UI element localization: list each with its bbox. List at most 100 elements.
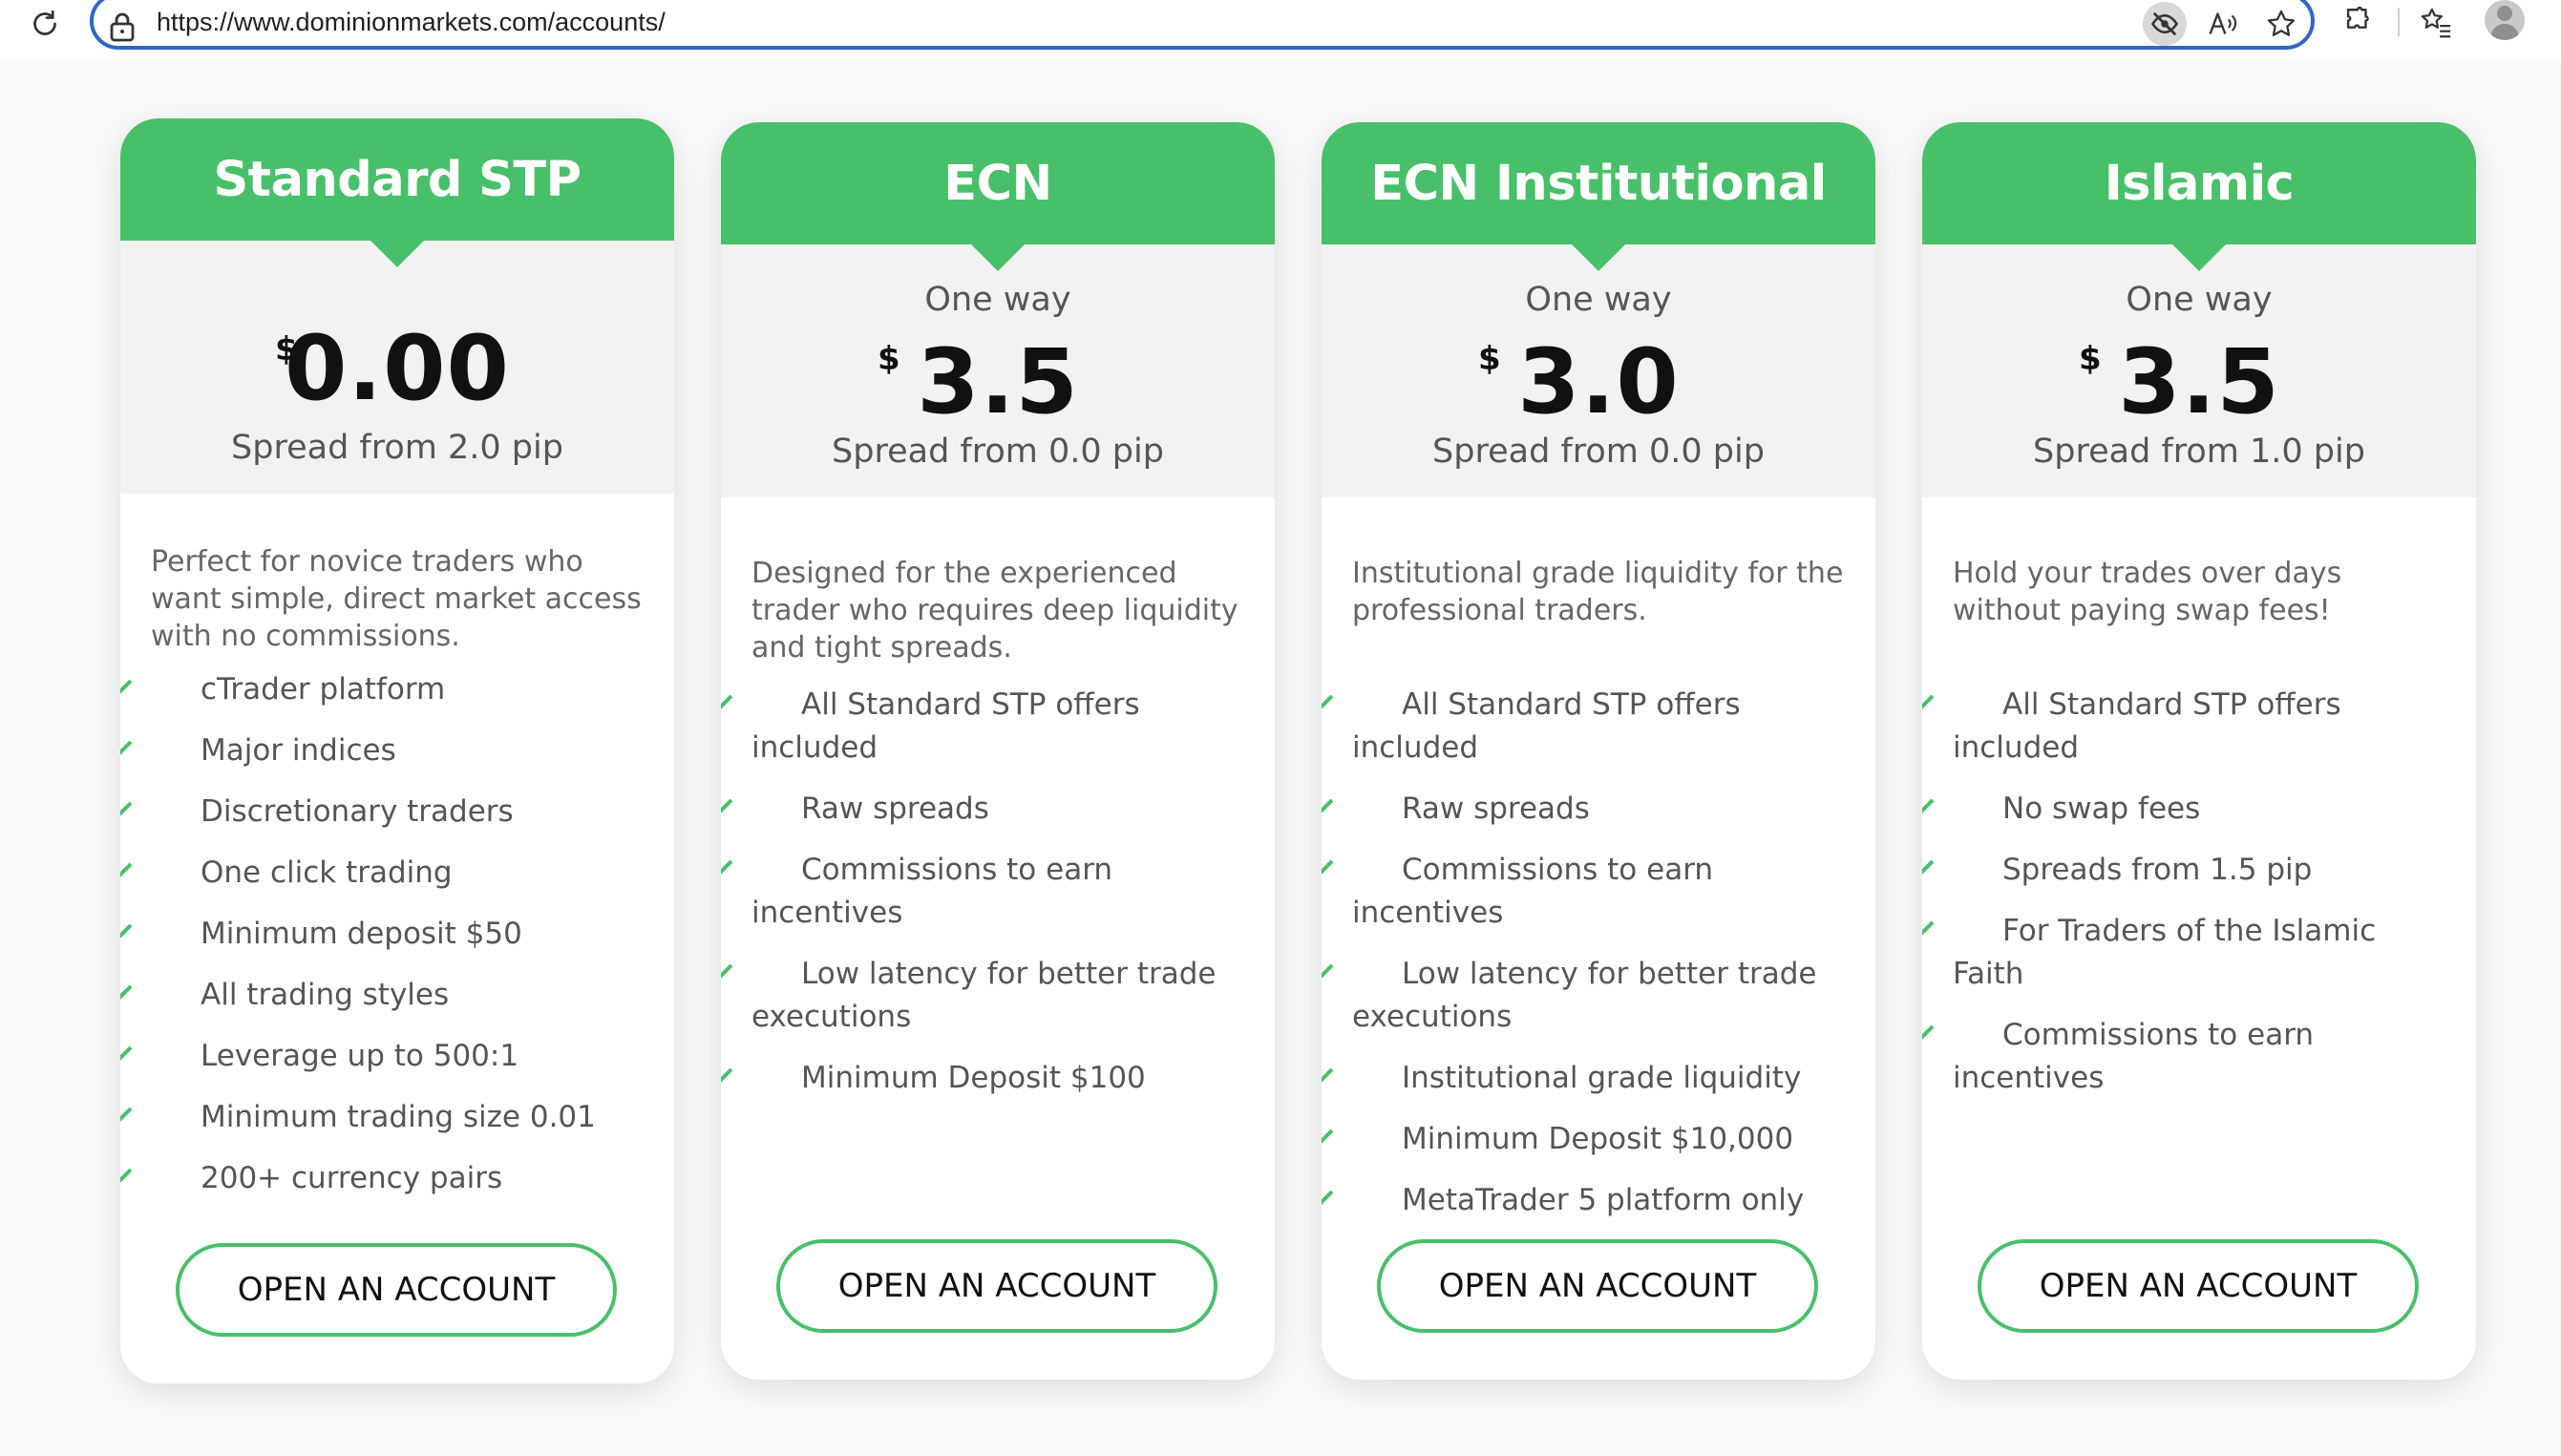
check-icon bbox=[1922, 798, 1935, 813]
open-account-button[interactable]: OPEN AN ACCOUNT bbox=[776, 1239, 1217, 1333]
card-title: Standard STP bbox=[213, 151, 582, 208]
card-header: Islamic bbox=[1922, 122, 2476, 244]
check-icon bbox=[721, 694, 733, 709]
price-amount: 3.5 bbox=[2118, 330, 2280, 434]
address-bar[interactable]: https://www.dominionmarkets.com/accounts… bbox=[90, 0, 2315, 50]
check-icon bbox=[1922, 859, 1935, 875]
feature-item: 200+ currency pairs bbox=[120, 1157, 646, 1200]
feature-list: All Standard STP offers included No swap… bbox=[1922, 684, 2447, 1100]
check-icon bbox=[120, 984, 133, 1000]
open-account-button[interactable]: OPEN AN ACCOUNT bbox=[176, 1243, 617, 1337]
card-title: ECN Institutional bbox=[1370, 155, 1827, 212]
browser-toolbar: https://www.dominionmarkets.com/accounts… bbox=[0, 0, 2561, 59]
feature-item: All trading styles bbox=[120, 974, 646, 1017]
feature-item: All Standard STP offers included bbox=[721, 684, 1246, 770]
feature-item: Raw spreads bbox=[721, 788, 1246, 831]
lock-icon[interactable] bbox=[109, 11, 136, 43]
one-way-label: One way bbox=[1525, 281, 1672, 319]
check-icon bbox=[1922, 694, 1935, 709]
feature-item: Minimum trading size 0.01 bbox=[120, 1096, 646, 1139]
check-icon bbox=[120, 801, 133, 816]
feature-item: Low latency for better trade executions bbox=[721, 953, 1246, 1039]
spread-text: Spread from 2.0 pip bbox=[231, 429, 563, 467]
reload-icon[interactable] bbox=[23, 2, 67, 46]
feature-list: cTrader platform Major indices Discretio… bbox=[120, 668, 646, 1200]
favorite-star-icon[interactable] bbox=[2259, 2, 2303, 46]
feature-item: For Traders of the Islamic Faith bbox=[1922, 910, 2447, 996]
url-text[interactable]: https://www.dominionmarkets.com/accounts… bbox=[157, 8, 666, 37]
profile-avatar[interactable] bbox=[2485, 0, 2525, 40]
check-icon bbox=[120, 1107, 133, 1122]
one-way-label: One way bbox=[924, 281, 1071, 319]
card-description: Hold your trades over days without payin… bbox=[1953, 557, 2342, 627]
account-card-ecn: ECN One way $ 3.5 Spread from 0.0 pip De… bbox=[721, 122, 1275, 1380]
account-card-islamic: Islamic One way $ 3.5 Spread from 1.0 pi… bbox=[1922, 122, 2476, 1380]
check-icon bbox=[1322, 963, 1334, 979]
spread-text: Spread from 0.0 pip bbox=[832, 433, 1164, 471]
feature-item: All Standard STP offers included bbox=[1322, 684, 1847, 770]
check-icon bbox=[1322, 1067, 1334, 1083]
check-icon bbox=[1322, 1190, 1334, 1205]
check-icon bbox=[721, 963, 733, 979]
feature-list: All Standard STP offers included Raw spr… bbox=[1322, 684, 1847, 1222]
check-icon bbox=[120, 862, 133, 877]
feature-item: Spreads from 1.5 pip bbox=[1922, 849, 2447, 892]
price-amount: 3.5 bbox=[917, 330, 1079, 434]
open-account-button[interactable]: OPEN AN ACCOUNT bbox=[1377, 1239, 1818, 1333]
check-icon bbox=[1322, 1129, 1334, 1144]
check-icon bbox=[1322, 798, 1334, 813]
price-panel: One way $ 3.5 Spread from 1.0 pip bbox=[1922, 244, 2476, 497]
check-icon bbox=[721, 798, 733, 813]
feature-item: Raw spreads bbox=[1322, 788, 1847, 831]
check-icon bbox=[1922, 1024, 1935, 1040]
check-icon bbox=[721, 859, 733, 875]
favorites-icon[interactable] bbox=[2412, 0, 2460, 44]
check-icon bbox=[120, 1168, 133, 1183]
card-title: ECN bbox=[943, 155, 1052, 212]
price-panel: One way $ 3.5 Spread from 0.0 pip bbox=[721, 244, 1275, 497]
card-description: Perfect for novice traders who want simp… bbox=[151, 545, 642, 653]
feature-list: All Standard STP offers included Raw spr… bbox=[721, 684, 1246, 1100]
feature-item: Institutional grade liquidity bbox=[1322, 1057, 1847, 1100]
card-header: ECN bbox=[721, 122, 1275, 244]
check-icon bbox=[721, 1067, 733, 1083]
check-icon bbox=[120, 740, 133, 755]
check-icon bbox=[1922, 920, 1935, 936]
one-way-label: One way bbox=[2126, 281, 2273, 319]
feature-item: All Standard STP offers included bbox=[1922, 684, 2447, 770]
read-aloud-icon[interactable] bbox=[2202, 2, 2246, 46]
price-panel: One way $ 3.0 Spread from 0.0 pip bbox=[1322, 244, 1875, 497]
card-description: Designed for the experienced trader who … bbox=[751, 557, 1238, 665]
check-icon bbox=[120, 679, 133, 694]
price-amount: 0.00 bbox=[285, 317, 510, 421]
tracking-prevention-icon[interactable] bbox=[2143, 2, 2187, 46]
feature-item: Major indices bbox=[120, 729, 646, 772]
check-icon bbox=[120, 923, 133, 939]
price-panel: $ 0.00 Spread from 2.0 pip bbox=[120, 241, 674, 494]
card-header: ECN Institutional bbox=[1322, 122, 1875, 244]
price-amount: 3.0 bbox=[1517, 330, 1680, 434]
toolbar-divider bbox=[2398, 8, 2400, 36]
feature-item: One click trading bbox=[120, 852, 646, 895]
feature-item: Leverage up to 500:1 bbox=[120, 1035, 646, 1078]
account-card-ecn-institutional: ECN Institutional One way $ 3.0 Spread f… bbox=[1322, 122, 1875, 1380]
feature-item: MetaTrader 5 platform only bbox=[1322, 1179, 1847, 1222]
feature-item: Minimum Deposit $10,000 bbox=[1322, 1118, 1847, 1161]
extensions-icon[interactable] bbox=[2334, 0, 2381, 44]
feature-item: Commissions to earn incentives bbox=[1922, 1014, 2447, 1100]
card-header: Standard STP bbox=[120, 118, 674, 241]
feature-item: Low latency for better trade executions bbox=[1322, 953, 1847, 1039]
feature-item: Minimum deposit $50 bbox=[120, 913, 646, 956]
feature-item: Commissions to earn incentives bbox=[1322, 849, 1847, 935]
feature-item: No swap fees bbox=[1922, 788, 2447, 831]
account-card-standard-stp: Standard STP $ 0.00 Spread from 2.0 pip … bbox=[120, 118, 674, 1383]
feature-item: Discretionary traders bbox=[120, 791, 646, 834]
spread-text: Spread from 1.0 pip bbox=[2033, 433, 2365, 471]
spread-text: Spread from 0.0 pip bbox=[1432, 433, 1765, 471]
feature-item: Minimum Deposit $100 bbox=[721, 1057, 1246, 1100]
feature-item: Commissions to earn incentives bbox=[721, 849, 1246, 935]
check-icon bbox=[1322, 859, 1334, 875]
card-description: Institutional grade liquidity for the pr… bbox=[1352, 557, 1844, 627]
open-account-button[interactable]: OPEN AN ACCOUNT bbox=[1978, 1239, 2419, 1333]
feature-item: cTrader platform bbox=[120, 668, 646, 711]
